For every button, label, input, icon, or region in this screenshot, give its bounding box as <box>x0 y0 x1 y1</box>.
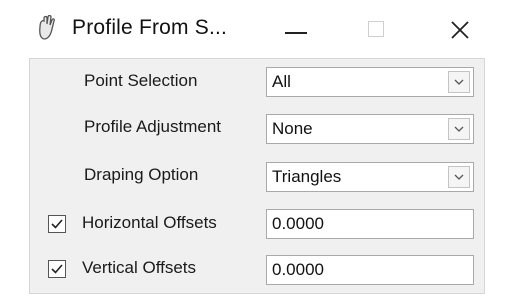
vertical-offsets-input[interactable]: 0.0000 <box>266 255 474 285</box>
draping-option-label: Draping Option <box>84 165 199 184</box>
chevron-down-icon[interactable] <box>448 118 470 140</box>
horizontal-offsets-value: 0.0000 <box>272 214 324 233</box>
profile-adjustment-label: Profile Adjustment <box>84 117 222 136</box>
hand-icon <box>36 14 58 41</box>
chevron-down-icon[interactable] <box>448 71 470 93</box>
horizontal-offsets-checkbox[interactable] <box>48 215 66 233</box>
horizontal-offsets-input[interactable]: 0.0000 <box>266 209 474 239</box>
profile-adjustment-value: None <box>272 119 313 138</box>
maximize-button[interactable] <box>352 10 400 50</box>
dialog-window: Profile From S... Point Selection All Pr… <box>0 0 514 307</box>
draping-option-value: Triangles <box>272 167 342 186</box>
title-bar[interactable]: Profile From S... <box>0 0 514 62</box>
draping-option-dropdown[interactable]: Triangles <box>266 162 474 192</box>
close-button[interactable] <box>436 10 484 50</box>
vertical-offsets-value: 0.0000 <box>272 260 324 279</box>
point-selection-value: All <box>272 72 291 91</box>
window-title: Profile From S... <box>72 16 228 39</box>
options-panel: Point Selection All Profile Adjustment N… <box>29 58 485 294</box>
minimize-button[interactable] <box>272 10 320 50</box>
point-selection-label: Point Selection <box>84 71 198 90</box>
profile-adjustment-dropdown[interactable]: None <box>266 114 474 144</box>
vertical-offsets-label: Vertical Offsets <box>82 258 197 277</box>
vertical-offsets-checkbox[interactable] <box>48 260 66 278</box>
chevron-down-icon[interactable] <box>448 166 470 188</box>
point-selection-dropdown[interactable]: All <box>266 67 474 97</box>
horizontal-offsets-label: Horizontal Offsets <box>82 213 217 232</box>
